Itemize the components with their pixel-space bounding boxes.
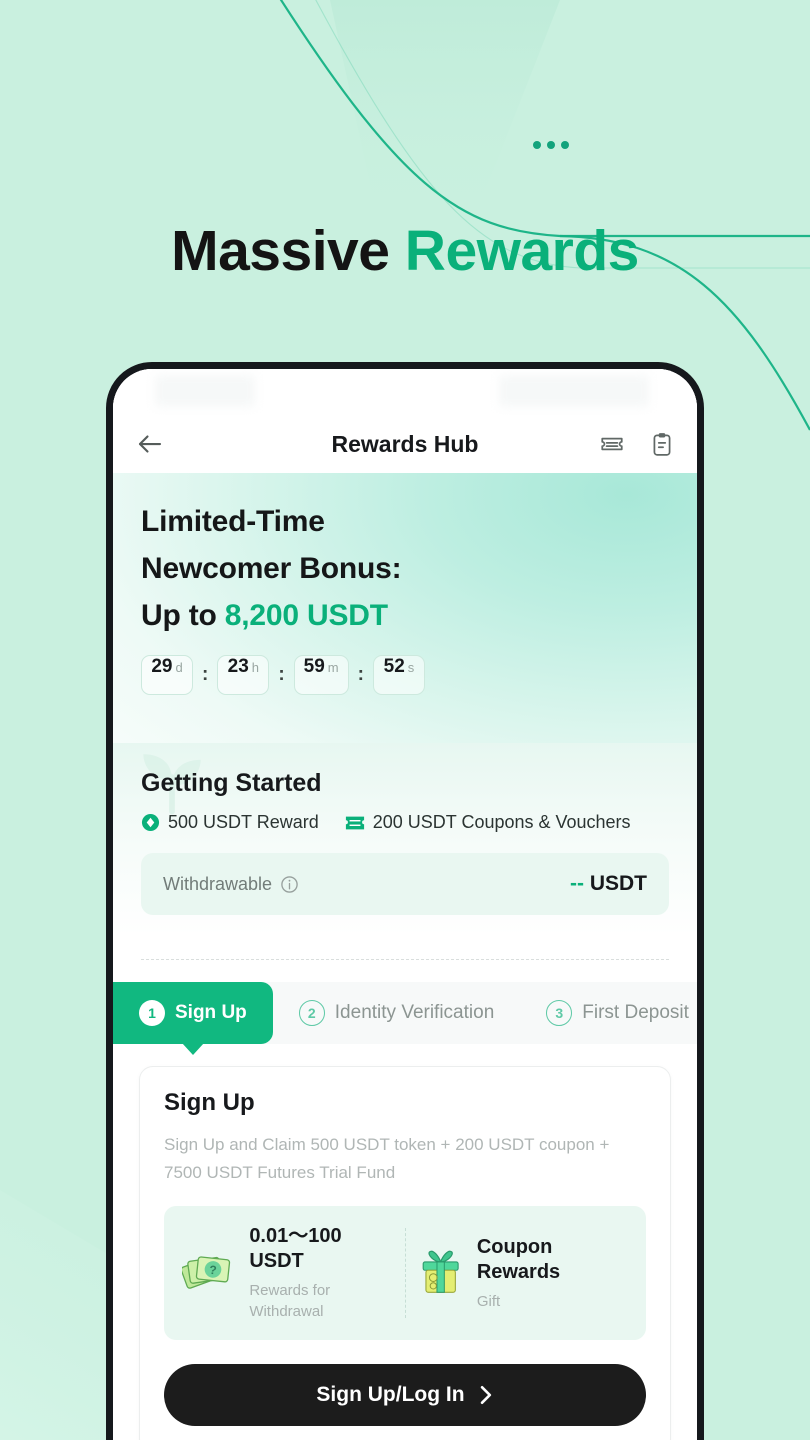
phone-mockup: Rewards Hub Limited-Time Newcomer Bonus: — [106, 362, 704, 1440]
tab-first-deposit-number: 3 — [546, 1000, 573, 1027]
countdown-days-value: 29 — [151, 656, 173, 678]
dots-decoration — [533, 141, 569, 149]
withdrawable-currency: USDT — [589, 872, 647, 896]
getting-started-title: Getting Started — [141, 769, 322, 798]
countdown-hours: 23 h — [217, 655, 270, 696]
hero-banner: Limited-Time Newcomer Bonus: Up to 8,200… — [113, 473, 697, 744]
coupon-ticket-icon — [345, 816, 364, 830]
countdown-separator-3: : — [357, 664, 364, 686]
reward-tile-coupon[interactable]: Coupon Rewards Gift — [406, 1224, 637, 1322]
hero-line-2: Newcomer Bonus: — [141, 551, 402, 585]
svg-text:?: ? — [209, 1263, 218, 1278]
section-divider — [141, 959, 669, 961]
getting-started-section: Getting Started 500 USDT Reward 200 USDT… — [113, 743, 697, 936]
withdrawable-card: Withdrawable -- USDT — [141, 853, 669, 916]
tab-first-deposit-label: First Deposit — [582, 1002, 689, 1024]
reward-item-coupon-label: 200 USDT Coupons & Vouchers — [372, 812, 631, 833]
withdrawable-label-group: Withdrawable — [163, 874, 299, 895]
steps-tabs: 1 Sign Up 2 Identity Verification 3 Firs… — [113, 982, 697, 1045]
countdown-hours-value: 23 — [227, 656, 249, 678]
gift-box-icon — [422, 1250, 459, 1294]
tabs-list: 1 Sign Up 2 Identity Verification 3 Firs… — [113, 982, 697, 1045]
countdown-hours-unit: h — [251, 660, 260, 676]
header-actions — [599, 431, 675, 457]
tab-sign-up-label: Sign Up — [175, 1002, 247, 1024]
withdrawable-amount: -- — [569, 872, 584, 896]
countdown-timer: 29 d : 23 h : 59 m : 52 s — [141, 655, 697, 696]
reward-item-token-label: 500 USDT Reward — [168, 812, 319, 833]
app-header: Rewards Hub — [113, 415, 697, 473]
tab-identity-verification-label: Identity Verification — [334, 1002, 495, 1024]
status-bar — [113, 369, 697, 415]
sign-up-log-in-label: Sign Up/Log In — [316, 1382, 465, 1406]
step-description: Sign Up and Claim 500 USDT token + 200 U… — [164, 1135, 610, 1182]
reward-tile-withdrawal-text: 0.01～100 USDT Rewards for Withdrawal — [249, 1224, 396, 1322]
back-arrow-icon[interactable] — [135, 429, 165, 459]
countdown-minutes-value: 59 — [303, 656, 325, 678]
countdown-days: 29 d — [141, 655, 193, 696]
money-notes-icon: ? — [182, 1256, 231, 1290]
reward-tile-coupon-subtitle: Gift — [476, 1292, 501, 1310]
reward-tile-withdrawal-subtitle: Rewards for Withdrawal — [249, 1282, 331, 1320]
reward-tile-withdrawal[interactable]: ? 0.01～100 USDT Rewards for Withdrawal — [174, 1224, 405, 1322]
info-icon[interactable] — [280, 875, 299, 894]
countdown-days-unit: d — [175, 660, 183, 676]
headline-plain: Massive — [171, 219, 405, 283]
hero-line-3-plain: Up to — [141, 598, 225, 632]
countdown-minutes-unit: m — [327, 660, 339, 676]
sign-up-log-in-button[interactable]: Sign Up/Log In — [164, 1363, 646, 1426]
tab-identity-verification-number: 2 — [298, 1000, 325, 1027]
status-bar-left-blur — [155, 375, 255, 407]
reward-tiles: ? 0.01～100 USDT Rewards for Withdrawal C… — [164, 1206, 646, 1340]
hero-line-3: Up to 8,200 USDT — [141, 593, 697, 640]
withdrawable-label: Withdrawable — [163, 873, 273, 894]
reward-tile-coupon-title: Coupon Rewards — [476, 1235, 561, 1283]
reward-tile-withdrawal-title: 0.01～100 USDT — [249, 1225, 342, 1273]
reward-tile-coupon-text: Coupon Rewards Gift — [477, 1235, 628, 1312]
countdown-separator-1: : — [202, 664, 209, 686]
clipboard-icon[interactable] — [649, 431, 675, 457]
hero-line-1: Limited-Time — [141, 505, 325, 538]
hero-amount: 8,200 USDT — [224, 598, 388, 632]
tab-first-deposit[interactable]: 3 First Deposit — [520, 982, 697, 1044]
headline-accent: Rewards — [404, 219, 640, 283]
chevron-right-icon — [480, 1385, 491, 1404]
page-title: Massive Rewards — [0, 218, 810, 284]
reward-item-coupon: 200 USDT Coupons & Vouchers — [345, 812, 631, 833]
status-bar-right-blur — [499, 375, 649, 407]
tab-sign-up[interactable]: 1 Sign Up — [113, 982, 273, 1045]
step-title: Sign Up — [164, 1089, 255, 1117]
step-content-card: Sign Up Sign Up and Claim 500 USDT token… — [139, 1066, 671, 1440]
withdrawable-value: -- USDT — [570, 872, 647, 896]
countdown-seconds-value: 52 — [383, 656, 405, 678]
countdown-seconds: 52 s — [372, 655, 425, 696]
token-diamond-icon — [141, 814, 160, 832]
getting-started-rewards: 500 USDT Reward 200 USDT Coupons & Vouch… — [141, 812, 669, 833]
countdown-minutes: 59 m — [293, 655, 349, 696]
tab-sign-up-number: 1 — [139, 1000, 165, 1027]
tab-identity-verification[interactable]: 2 Identity Verification — [273, 982, 520, 1044]
ticket-icon[interactable] — [599, 431, 625, 457]
phone-screen: Rewards Hub Limited-Time Newcomer Bonus: — [113, 369, 697, 1440]
countdown-separator-2: : — [278, 664, 285, 686]
reward-item-token: 500 USDT Reward — [141, 812, 319, 833]
countdown-seconds-unit: s — [407, 660, 415, 676]
